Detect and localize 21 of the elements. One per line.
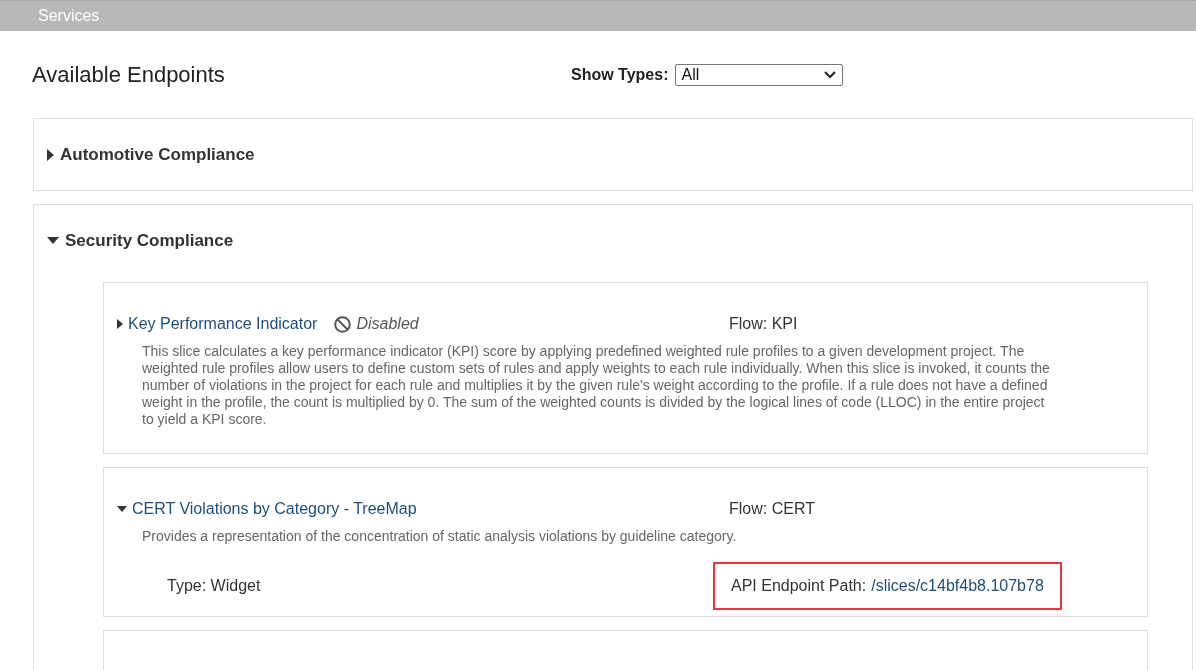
group-toggle[interactable]: Security Compliance	[34, 205, 1192, 276]
disabled-icon	[334, 315, 352, 333]
group-toggle[interactable]: Automotive Compliance	[34, 119, 1192, 190]
caret-icon	[47, 148, 54, 161]
header-title: Services	[38, 7, 100, 25]
flow-label: Flow: KPI	[729, 315, 798, 333]
slice-description: This slice calculates a key performance indicator (KPI) score by applying predefined weighted rule profiles to a given development project. The weighted rule profiles allow users to define custom sets of rules and apply weights to each rule individually. When this slice is invoked, it counts the number of violations in the project for each rule and multiplies it by the given rule's weight according to the profile. If a rule does not have a defined weight in the profile, the count is multiplied by 0. The sum of the weighted counts is divided by the logical lines of code (LLOC) in the entire project to yield a KPI score.	[142, 343, 1051, 429]
caret-icon	[47, 237, 59, 244]
filter-label: Show Types:	[571, 66, 669, 84]
status-label: Disabled	[356, 315, 419, 333]
page-title: Available Endpoints	[32, 62, 226, 88]
slice-link[interactable]: CERT Violations by Category - TreeMap	[117, 500, 417, 518]
flow-label: Flow: CERT	[729, 500, 815, 518]
api-label: API Endpoint Path:	[731, 577, 867, 595]
caret-icon	[117, 506, 127, 512]
type-select[interactable]: All	[674, 64, 843, 86]
type-label: Type: Widget	[166, 577, 262, 595]
slice-description: Provides a representation of the concentration of static analysis violations by guideline category.	[142, 528, 738, 546]
api-path-link[interactable]: /slices/c14bf4b8.107b78	[871, 577, 1044, 595]
chevron-icon	[823, 71, 836, 79]
caret-icon	[117, 319, 123, 329]
